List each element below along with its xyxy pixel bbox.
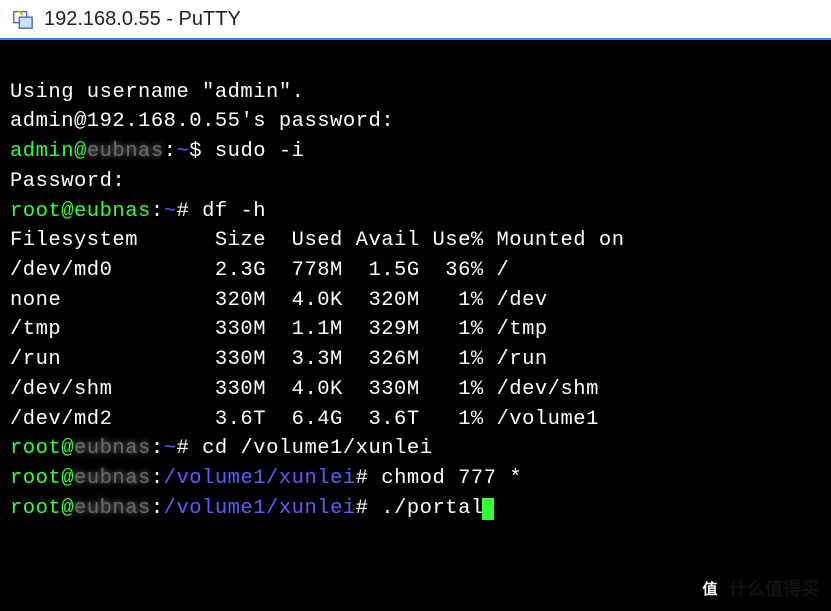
terminal-area[interactable]: Using username "admin". admin@192.168.0.…: [0, 40, 831, 611]
df-row: /run 330M 3.3M 326M 1% /run: [10, 348, 548, 371]
prompt-line: root@eubnas:~# df -h: [10, 200, 266, 223]
watermark-badge: 值: [697, 575, 723, 601]
title-bar[interactable]: 192.168.0.55 - PuTTY: [0, 0, 831, 40]
watermark-text: 什么值得买: [729, 575, 819, 601]
df-row: none 320M 4.0K 320M 1% /dev: [10, 289, 548, 312]
password-line: Password:: [10, 170, 125, 193]
prompt-line: root@eubnas:~# cd /volume1/xunlei: [10, 437, 433, 460]
prompt-line: root@eubnas:/volume1/xunlei# ./portal: [10, 497, 494, 520]
df-row: /tmp 330M 1.1M 329M 1% /tmp: [10, 318, 548, 341]
login-line: Using username "admin".: [10, 81, 304, 104]
window-title: 192.168.0.55 - PuTTY: [44, 8, 241, 31]
watermark: 值 什么值得买: [697, 575, 819, 601]
df-row: /dev/md2 3.6T 6.4G 3.6T 1% /volume1: [10, 408, 599, 431]
prompt-line: root@eubnas:/volume1/xunlei# chmod 777 *: [10, 467, 522, 490]
putty-icon: [12, 8, 34, 30]
prompt-line: admin@eubnas:~$ sudo -i: [10, 140, 304, 163]
df-row: /dev/md0 2.3G 778M 1.5G 36% /: [10, 259, 509, 282]
df-header: Filesystem Size Used Avail Use% Mounted …: [10, 229, 625, 252]
cursor: [482, 498, 494, 520]
df-row: /dev/shm 330M 4.0K 330M 1% /dev/shm: [10, 378, 599, 401]
password-prompt: admin@192.168.0.55's password:: [10, 110, 394, 133]
